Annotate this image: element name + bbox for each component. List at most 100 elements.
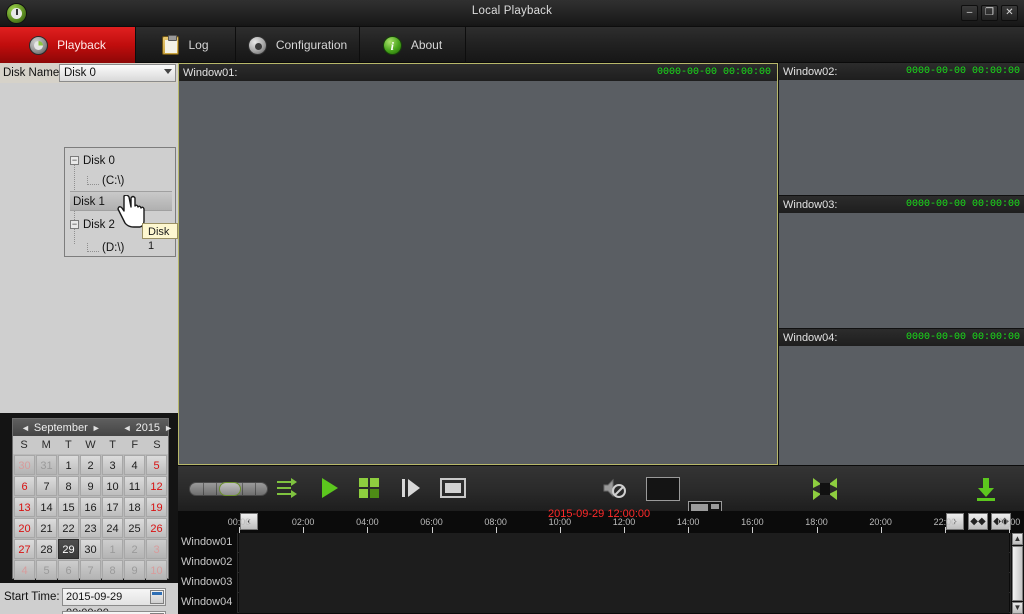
- calendar-day[interactable]: 25: [124, 518, 145, 538]
- calendar-day[interactable]: 10: [102, 476, 123, 496]
- calendar-day[interactable]: 16: [80, 497, 101, 517]
- calendar-day[interactable]: 31: [36, 455, 57, 475]
- video-window-02[interactable]: Window02: 0000-00-00 00:00:00: [779, 63, 1024, 195]
- tab-configuration[interactable]: Configuration: [236, 27, 360, 63]
- grid-layout-button[interactable]: [358, 477, 382, 499]
- timeline-ruler[interactable]: 2015-09-29 12:00:00 ‹ › ◆◆ ◆◆ 00:00 02:00…: [178, 508, 1024, 533]
- timeline-row[interactable]: Window03: [178, 573, 1024, 593]
- calendar-day[interactable]: 8: [102, 560, 123, 580]
- calendar-day[interactable]: 2: [80, 455, 101, 475]
- calendar-day[interactable]: 27: [14, 539, 35, 559]
- stop-time-input[interactable]: 2015-09-29 23:59:59: [62, 610, 166, 614]
- calendar-day[interactable]: 29: [58, 539, 79, 559]
- calendar-day[interactable]: 19: [146, 497, 167, 517]
- slow-forward-button[interactable]: [400, 477, 422, 499]
- calendar-day[interactable]: 6: [14, 476, 35, 496]
- timeline-row-track[interactable]: [239, 593, 1009, 613]
- view-single-button[interactable]: [646, 477, 680, 501]
- calendar-day[interactable]: 9: [80, 476, 101, 496]
- calendar-day-grid[interactable]: 30 31 1 2 3 4 5 6 7 8 9 10 11 12 13 14 15 16 17 18 19 20 21 22 2…: [13, 454, 168, 581]
- timeline-row[interactable]: Window02: [178, 553, 1024, 573]
- stop-time-row: Stop Time: 2015-09-29 23:59:59: [4, 610, 166, 614]
- calendar-day[interactable]: 24: [102, 518, 123, 538]
- timeline-row[interactable]: Window01: [178, 533, 1024, 553]
- tree-node-c-drive[interactable]: (C:\): [87, 171, 124, 191]
- start-time-input[interactable]: 2015-09-29 00:00:00: [62, 587, 166, 614]
- calendar-day[interactable]: 8: [58, 476, 79, 496]
- prev-year-button[interactable]: ◄: [123, 423, 132, 433]
- page-title: Local Playback: [471, 5, 553, 17]
- play-button[interactable]: [320, 477, 340, 499]
- playback-speed-slider[interactable]: [189, 482, 268, 496]
- calendar-day[interactable]: 28: [36, 539, 57, 559]
- calendar-day[interactable]: 9: [124, 560, 145, 580]
- close-button[interactable]: ✕: [1001, 5, 1018, 21]
- calendar-day[interactable]: 22: [58, 518, 79, 538]
- calendar-day[interactable]: 21: [36, 518, 57, 538]
- disk-name-select[interactable]: Disk 0: [59, 64, 176, 82]
- calendar-icon[interactable]: [150, 589, 164, 604]
- calendar-day[interactable]: 30: [14, 455, 35, 475]
- timeline-zoom-out-button[interactable]: ◆◆: [968, 513, 988, 530]
- scrollbar-thumb[interactable]: [1012, 546, 1023, 601]
- tab-log[interactable]: Log: [136, 27, 236, 63]
- tree-node-disk1[interactable]: Disk 1: [70, 191, 172, 211]
- fullscreen-button[interactable]: [812, 477, 838, 501]
- next-month-button[interactable]: ►: [92, 423, 101, 433]
- calendar-day[interactable]: 17: [102, 497, 123, 517]
- timeline-row-track[interactable]: [239, 533, 1009, 553]
- video-window-01[interactable]: Window01: 0000-00-00 00:00:00: [178, 63, 778, 465]
- audio-mute-button[interactable]: [602, 477, 628, 499]
- download-button[interactable]: [974, 477, 998, 501]
- calendar-day[interactable]: 18: [124, 497, 145, 517]
- calendar-day[interactable]: 2: [124, 539, 145, 559]
- calendar-day[interactable]: 23: [80, 518, 101, 538]
- calendar-day[interactable]: 10: [146, 560, 167, 580]
- timeline-row-label: Window01: [178, 533, 238, 553]
- calendar-day[interactable]: 15: [58, 497, 79, 517]
- prev-month-button[interactable]: ◄: [21, 423, 30, 433]
- timeline-row[interactable]: Window04: [178, 593, 1024, 613]
- calendar-day[interactable]: 14: [36, 497, 57, 517]
- calendar-day[interactable]: 5: [36, 560, 57, 580]
- calendar-day[interactable]: 13: [14, 497, 35, 517]
- tree-node-disk2[interactable]: − Disk 2: [70, 215, 115, 235]
- scroll-up-icon[interactable]: ▲: [1012, 533, 1023, 545]
- calendar-day[interactable]: 12: [146, 476, 167, 496]
- calendar-day[interactable]: 3: [102, 455, 123, 475]
- timeline-row-track[interactable]: [239, 573, 1009, 593]
- calendar-day[interactable]: 7: [36, 476, 57, 496]
- video-window-03[interactable]: Window03: 0000-00-00 00:00:00: [779, 196, 1024, 328]
- minimize-button[interactable]: –: [961, 5, 978, 21]
- tab-about[interactable]: i About: [360, 27, 466, 63]
- calendar-day[interactable]: 7: [80, 560, 101, 580]
- disk-tree-dropdown[interactable]: − Disk 0 (C:\) Disk 1 − Disk 2 (D:\): [64, 147, 176, 257]
- calendar-day[interactable]: 20: [14, 518, 35, 538]
- tab-playback[interactable]: Playback: [0, 27, 136, 63]
- next-year-button[interactable]: ►: [164, 423, 173, 433]
- calendar-day[interactable]: 30: [80, 539, 101, 559]
- disk-name-row: Disk Name: Disk 0: [0, 63, 178, 83]
- timeline-row-track[interactable]: [239, 553, 1009, 573]
- calendar-day[interactable]: 3: [146, 539, 167, 559]
- calendar-day[interactable]: 1: [58, 455, 79, 475]
- calendar-day[interactable]: 4: [14, 560, 35, 580]
- speed-slider-thumb[interactable]: [219, 482, 241, 496]
- expander-icon[interactable]: −: [70, 156, 79, 166]
- calendar-day[interactable]: 11: [124, 476, 145, 496]
- frame-advance-button[interactable]: [276, 477, 300, 499]
- scroll-down-icon[interactable]: ▼: [1012, 602, 1023, 614]
- expander-icon[interactable]: −: [70, 220, 79, 230]
- calendar-day[interactable]: 6: [58, 560, 79, 580]
- calendar-day[interactable]: 5: [146, 455, 167, 475]
- calendar-day[interactable]: 1: [102, 539, 123, 559]
- stop-button[interactable]: [440, 477, 466, 499]
- calendar-day[interactable]: 4: [124, 455, 145, 475]
- tree-node-d-drive[interactable]: (D:\): [87, 238, 124, 258]
- date-picker-calendar[interactable]: ◄ September ► ◄ 2015 ► SMTWTFS 30 31 1 2 3 4 5…: [12, 418, 173, 581]
- video-window-04[interactable]: Window04: 0000-00-00 00:00:00: [779, 329, 1024, 465]
- tree-node-disk0[interactable]: − Disk 0: [70, 151, 115, 171]
- maximize-button[interactable]: ❐: [981, 5, 998, 21]
- calendar-day[interactable]: 26: [146, 518, 167, 538]
- timeline-vertical-scrollbar[interactable]: ▲ ▼: [1010, 533, 1024, 614]
